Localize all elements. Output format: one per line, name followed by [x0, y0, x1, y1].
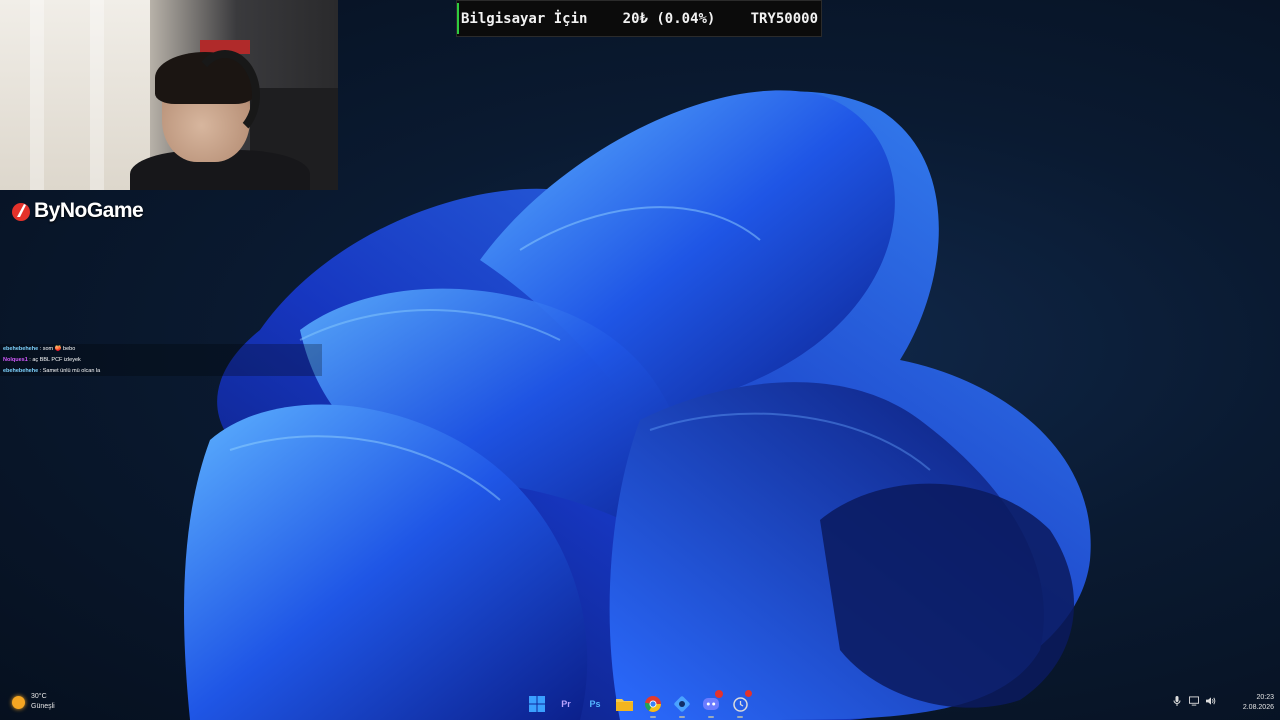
system-tray — [1172, 696, 1216, 706]
app-gear-icon — [674, 696, 690, 712]
weather-temperature: 30°C — [31, 693, 47, 700]
chat-username: ebehebehehe — [3, 368, 39, 374]
folder-icon — [615, 699, 633, 711]
windows-logo-icon — [529, 696, 545, 712]
chrome-icon — [645, 696, 661, 712]
chat-overlay: ebehebehehe : som 🍑 bebo Nolques1 : aç B… — [0, 344, 322, 376]
headset — [190, 50, 260, 140]
weather-widget[interactable]: 30°C Güneşli — [12, 692, 55, 712]
microphone-icon[interactable] — [1172, 696, 1182, 706]
discord-button[interactable] — [700, 690, 723, 718]
start-button[interactable] — [526, 693, 548, 715]
network-icon[interactable] — [1189, 696, 1199, 706]
chat-text: som 🍑 bebo — [42, 346, 76, 352]
chat-text: Samet ünlü mü olcan la — [42, 368, 101, 374]
bynogame-logo-icon — [12, 203, 30, 221]
sun-icon — [12, 695, 25, 709]
curtain — [30, 0, 44, 190]
notification-badge — [715, 690, 723, 698]
curtain — [90, 0, 104, 190]
sponsor-logo: ByNoGame — [10, 199, 144, 223]
clock-app-button[interactable] — [729, 690, 752, 718]
sponsor-name: ByNoGame — [34, 199, 144, 222]
clock-time: 20:23 — [1256, 694, 1274, 701]
blue-app-button[interactable] — [671, 693, 693, 718]
chat-username: Nolques1 — [3, 357, 28, 363]
chat-username: ebehebehehe — [3, 346, 39, 352]
app-clock-icon — [732, 696, 748, 712]
chat-message: ebehebehehe : som 🍑 bebo — [0, 344, 322, 355]
weather-condition: Güneşli — [31, 703, 55, 710]
chat-message: ebehebehehe : Samet ünlü mü olcan la — [0, 366, 322, 377]
file-explorer-button[interactable] — [613, 693, 635, 715]
webcam-feed — [0, 0, 338, 190]
premiere-icon[interactable]: Pr — [555, 693, 577, 715]
taskbar: 30°C Güneşli Pr Ps 20:23 2.08.2026 — [0, 690, 1280, 720]
goal-progress-indicator — [457, 3, 459, 34]
chat-text: aç BBL PCF izleyek — [32, 357, 81, 363]
discord-icon — [703, 698, 719, 710]
goal-amount: 20₺ (0.04%) — [622, 10, 716, 27]
chrome-button[interactable] — [642, 693, 664, 718]
goal-title: Bilgisayar İçin — [461, 10, 588, 27]
taskbar-clock[interactable]: 20:23 2.08.2026 — [1230, 693, 1274, 713]
notification-badge — [745, 690, 752, 697]
taskbar-apps: Pr Ps — [526, 690, 752, 718]
chat-message: Nolques1 : aç BBL PCF izleyek — [0, 355, 322, 366]
photoshop-icon[interactable]: Ps — [584, 693, 606, 715]
volume-icon[interactable] — [1206, 696, 1216, 706]
clock-date: 2.08.2026 — [1242, 704, 1274, 711]
background-window — [0, 0, 150, 190]
goal-target: TRY50000 — [750, 10, 818, 27]
donation-goal-banner: Bilgisayar İçin 20₺ (0.04%) TRY50000 — [456, 0, 822, 37]
